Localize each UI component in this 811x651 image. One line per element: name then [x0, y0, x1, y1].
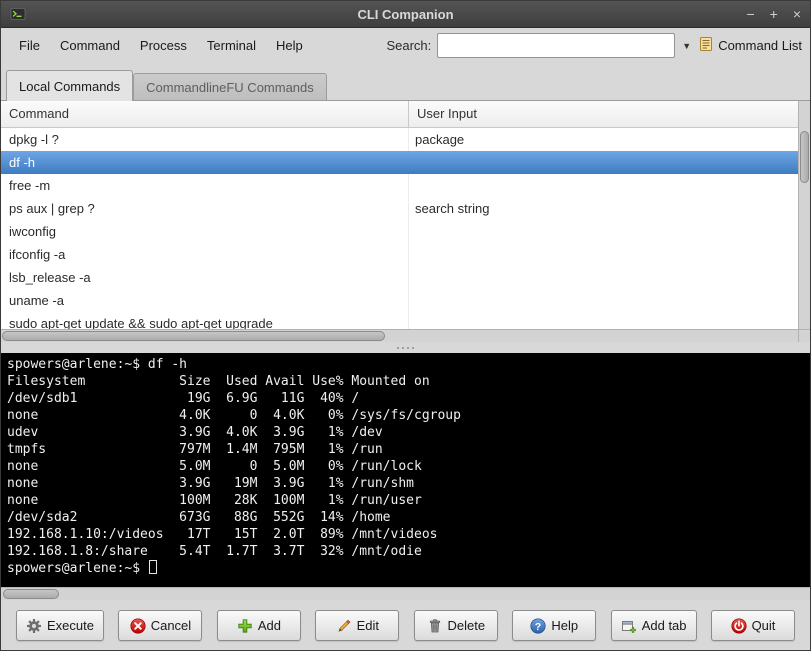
app-icon	[10, 6, 26, 22]
terminal-output: spowers@arlene:~$ df -h Filesystem Size …	[1, 353, 810, 580]
command-cell: free -m	[1, 174, 409, 197]
terminal-cursor	[149, 560, 157, 574]
user-input-cell	[409, 289, 798, 312]
cancel-button-label: Cancel	[151, 618, 191, 633]
pane-splitter[interactable]	[1, 342, 810, 353]
add-tab-icon	[621, 618, 637, 634]
table-row[interactable]: iwconfig	[1, 220, 798, 243]
table-row[interactable]: ps aux | grep ?search string	[1, 197, 798, 220]
trash-icon	[427, 618, 443, 634]
command-list-label: Command List	[718, 38, 802, 53]
command-cell: sudo apt-get update && sudo apt-get upgr…	[1, 312, 409, 329]
column-header-user-input[interactable]: User Input	[409, 101, 798, 127]
table-row[interactable]: dpkg -l ?package	[1, 128, 798, 151]
table-row[interactable]: uname -a	[1, 289, 798, 312]
execute-button[interactable]: Execute	[16, 610, 104, 641]
quit-button-label: Quit	[752, 618, 776, 633]
user-input-cell	[409, 266, 798, 289]
column-header-command[interactable]: Command	[1, 101, 409, 127]
menu-terminal[interactable]: Terminal	[197, 32, 266, 59]
scrollbar-corner	[798, 329, 810, 342]
user-input-cell: package	[409, 128, 798, 151]
cli-companion-window: CLI Companion − + × File Command Process…	[0, 0, 811, 651]
table-row[interactable]: ifconfig -a	[1, 243, 798, 266]
notebook-tabs: Local Commands CommandlineFU Commands	[1, 63, 810, 100]
command-cell: lsb_release -a	[1, 266, 409, 289]
user-input-cell	[409, 220, 798, 243]
command-cell: df -h	[1, 151, 409, 174]
command-table-body: dpkg -l ?packagedf -hfree -mps aux | gre…	[1, 128, 798, 329]
command-list-toggle[interactable]: Command List	[698, 36, 802, 55]
cancel-icon	[130, 618, 146, 634]
table-row[interactable]: free -m	[1, 174, 798, 197]
cancel-button[interactable]: Cancel	[118, 610, 202, 641]
search-input[interactable]	[437, 33, 675, 58]
close-button[interactable]: ×	[793, 1, 801, 27]
add-tab-button[interactable]: Add tab	[611, 610, 697, 641]
tab-commandlinefu-commands[interactable]: CommandlineFU Commands	[133, 73, 327, 100]
command-list-icon	[698, 36, 714, 55]
terminal-horizontal-scrollbar[interactable]	[1, 587, 810, 600]
tab-local-commands[interactable]: Local Commands	[6, 70, 133, 101]
power-icon	[731, 618, 747, 634]
command-table: Command User Input dpkg -l ?packagedf -h…	[1, 100, 810, 342]
titlebar: CLI Companion − + ×	[1, 1, 810, 28]
menu-help[interactable]: Help	[266, 32, 313, 59]
table-row[interactable]: sudo apt-get update && sudo apt-get upgr…	[1, 312, 798, 329]
table-horizontal-scrollbar[interactable]	[1, 329, 798, 342]
table-row[interactable]: lsb_release -a	[1, 266, 798, 289]
command-cell: ifconfig -a	[1, 243, 409, 266]
user-input-cell	[409, 174, 798, 197]
quit-button[interactable]: Quit	[711, 610, 795, 641]
delete-button[interactable]: Delete	[414, 610, 498, 641]
add-button[interactable]: Add	[217, 610, 301, 641]
command-cell: ps aux | grep ?	[1, 197, 409, 220]
command-cell: uname -a	[1, 289, 409, 312]
window-title: CLI Companion	[1, 7, 810, 22]
add-button-label: Add	[258, 618, 281, 633]
gear-icon	[26, 618, 42, 634]
dropdown-arrow-icon[interactable]: ▼	[681, 41, 692, 51]
edit-button-label: Edit	[357, 618, 379, 633]
command-cell: iwconfig	[1, 220, 409, 243]
terminal-hscroll-thumb[interactable]	[3, 589, 59, 599]
vertical-scrollbar-thumb[interactable]	[800, 131, 809, 183]
command-cell: dpkg -l ?	[1, 128, 409, 151]
svg-text:?: ?	[535, 621, 541, 633]
menu-bar: File Command Process Terminal Help Searc…	[1, 28, 810, 63]
horizontal-scrollbar-thumb[interactable]	[2, 331, 385, 341]
edit-button[interactable]: Edit	[315, 610, 399, 641]
delete-button-label: Delete	[448, 618, 486, 633]
user-input-cell	[409, 151, 798, 174]
minimize-button[interactable]: −	[746, 1, 754, 27]
table-vertical-scrollbar[interactable]	[798, 101, 810, 329]
plus-icon	[237, 618, 253, 634]
menu-file[interactable]: File	[9, 32, 50, 59]
execute-button-label: Execute	[47, 618, 94, 633]
table-header: Command User Input	[1, 101, 798, 128]
user-input-cell: search string	[409, 197, 798, 220]
search-label: Search:	[386, 38, 431, 53]
help-button-label: Help	[551, 618, 578, 633]
table-row[interactable]: df -h	[1, 151, 798, 174]
button-bar: Execute Cancel	[1, 600, 810, 651]
add-tab-button-label: Add tab	[642, 618, 687, 633]
maximize-button[interactable]: +	[770, 1, 778, 27]
pencil-icon	[336, 618, 352, 634]
help-button[interactable]: ? Help	[512, 610, 596, 641]
user-input-cell	[409, 243, 798, 266]
terminal[interactable]: spowers@arlene:~$ df -h Filesystem Size …	[1, 353, 810, 587]
help-icon: ?	[530, 618, 546, 634]
menu-command[interactable]: Command	[50, 32, 130, 59]
user-input-cell	[409, 312, 798, 329]
menu-process[interactable]: Process	[130, 32, 197, 59]
